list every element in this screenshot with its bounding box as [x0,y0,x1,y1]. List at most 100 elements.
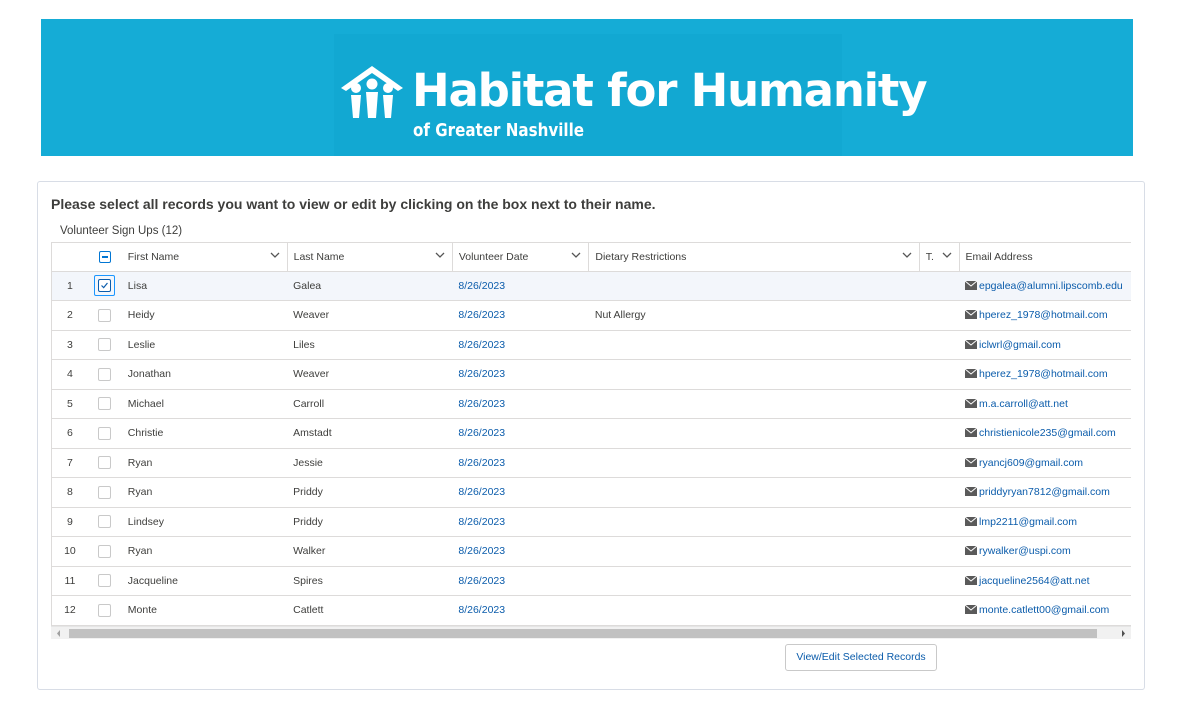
volunteer-date-link[interactable]: 8/26/2023 [452,566,589,596]
volunteer-date-link[interactable]: 8/26/2023 [452,330,589,360]
row-select-cell[interactable] [87,271,122,301]
last-name-cell: Amstadt [287,418,453,449]
column-header-volunteer-date[interactable]: Volunteer Date [452,243,590,272]
dietary-restrictions-cell [588,536,920,567]
table-row[interactable]: 6 Christie Amstadt 8/26/2023 christienicole2… [52,418,1131,449]
scrollbar-thumb[interactable] [69,629,1097,638]
scroll-left-arrow-icon[interactable] [55,629,63,638]
chevron-down-icon[interactable] [435,252,445,259]
email-link[interactable]: christienicole235@gmail.com [979,427,1116,439]
volunteer-table: First Name Last Name Volunteer Date Diet… [52,243,1131,626]
row-checkbox[interactable] [98,338,112,352]
t-cell [919,507,959,537]
email-link[interactable]: lmp2211@gmail.com [979,516,1077,528]
column-header-dietary-restrictions[interactable]: Dietary Restrictions [588,243,920,272]
first-name-cell: Jonathan [121,359,288,390]
row-checkbox[interactable] [98,426,112,440]
email-link[interactable]: monte.catlett00@gmail.com [979,604,1109,616]
row-select-cell[interactable] [87,595,122,626]
column-header-last-name[interactable]: Last Name [287,243,453,272]
row-checkbox[interactable] [98,367,112,381]
row-select-cell[interactable] [87,330,122,360]
volunteer-date-link[interactable]: 8/26/2023 [452,595,589,626]
select-all-checkbox[interactable] [98,250,111,263]
row-checkbox[interactable] [98,397,112,411]
table-row[interactable]: 11 Jacqueline Spires 8/26/2023 jacqueline256… [52,566,1131,596]
envelope-icon [965,398,977,408]
volunteer-date-link[interactable]: 8/26/2023 [452,300,589,331]
row-checkbox[interactable] [98,278,112,292]
table-row[interactable]: 12 Monte Catlett 8/26/2023 monte.catlett00@g… [52,595,1131,626]
row-checkbox-focus[interactable] [94,275,116,297]
dietary-restrictions-cell [588,477,920,508]
table-row[interactable]: 3 Leslie Liles 8/26/2023 iclwrl@gmail.com [52,330,1131,360]
row-select-cell[interactable] [87,389,122,419]
email-link[interactable]: priddyryan7812@gmail.com [979,486,1110,498]
email-link[interactable]: rywalker@uspi.com [979,545,1071,557]
volunteer-date-link[interactable]: 8/26/2023 [452,507,589,537]
table-row[interactable]: 2 Heidy Weaver 8/26/2023 Nut Allergy hperez_1… [52,300,1131,331]
volunteer-date-link[interactable]: 8/26/2023 [452,477,589,508]
table-row[interactable]: 7 Ryan Jessie 8/26/2023 ryancj609@gmail.com [52,448,1131,478]
volunteer-date-link[interactable]: 8/26/2023 [452,418,589,449]
row-select-cell[interactable] [87,566,122,596]
chevron-down-icon[interactable] [270,252,280,259]
row-checkbox[interactable] [98,308,112,322]
email-link[interactable]: iclwrl@gmail.com [979,339,1061,351]
row-checkbox[interactable] [98,574,112,588]
chevron-down-icon[interactable] [571,252,581,259]
row-checkbox[interactable] [98,603,112,617]
logo-subtitle: of Greater Nashville [413,120,585,141]
row-checkbox[interactable] [98,456,112,470]
volunteer-date-link[interactable]: 8/26/2023 [452,271,589,301]
email-link[interactable]: hperez_1978@hotmail.com [979,309,1108,321]
row-select-cell[interactable] [87,448,122,478]
volunteer-date-link[interactable]: 8/26/2023 [452,389,589,419]
data-table-container[interactable]: First Name Last Name Volunteer Date Diet… [51,242,1131,639]
row-select-cell[interactable] [87,418,122,449]
row-checkbox[interactable] [98,544,112,558]
email-link[interactable]: jacqueline2564@att.net [979,575,1090,587]
view-edit-selected-button[interactable]: View/Edit Selected Records [785,644,937,671]
email-cell: lmp2211@gmail.com [959,507,1131,537]
row-select-cell[interactable] [87,477,122,508]
column-header-t[interactable]: T. [919,243,960,272]
last-name-cell: Liles [287,330,453,360]
table-row[interactable]: 8 Ryan Priddy 8/26/2023 priddyryan7812@gmail… [52,477,1131,508]
volunteer-date-link[interactable]: 8/26/2023 [452,448,589,478]
volunteer-date-link[interactable]: 8/26/2023 [452,536,589,567]
table-row[interactable]: 10 Ryan Walker 8/26/2023 rywalker@uspi.com [52,536,1131,567]
envelope-icon [965,546,977,556]
table-row[interactable]: 9 Lindsey Priddy 8/26/2023 lmp2211@gmail.com [52,507,1131,537]
envelope-icon [965,280,977,290]
column-header-first-name[interactable]: First Name [121,243,288,272]
email-link[interactable]: m.a.carroll@att.net [979,398,1068,410]
row-select-cell[interactable] [87,536,122,567]
scroll-right-arrow-icon[interactable] [1119,629,1127,638]
table-row[interactable]: 1 Lisa Galea 8/26/2023 epgalea@alumni.lipsco… [52,271,1131,301]
row-select-cell[interactable] [87,300,122,331]
email-link[interactable]: ryancj609@gmail.com [979,457,1083,469]
table-row[interactable]: 4 Jonathan Weaver 8/26/2023 hperez_1978@hotm… [52,359,1131,390]
envelope-icon [965,428,977,438]
email-cell: monte.catlett00@gmail.com [959,595,1131,626]
row-checkbox[interactable] [98,515,112,529]
chevron-down-icon[interactable] [902,252,912,259]
row-checkbox[interactable] [98,485,112,499]
row-select-cell[interactable] [87,507,122,537]
dietary-restrictions-cell [588,389,920,419]
last-name-cell: Galea [287,271,453,301]
chevron-down-icon[interactable] [942,252,952,259]
email-cell: rywalker@uspi.com [959,536,1131,567]
last-name-cell: Jessie [287,448,453,478]
table-row[interactable]: 5 Michael Carroll 8/26/2023 m.a.carroll@att.… [52,389,1131,419]
column-header-email-address[interactable]: Email Address [959,243,1131,272]
last-name-cell: Catlett [287,595,453,626]
dietary-restrictions-cell [588,359,920,390]
row-select-cell[interactable] [87,359,122,390]
dietary-restrictions-cell [588,448,920,478]
email-link[interactable]: hperez_1978@hotmail.com [979,368,1108,380]
volunteer-date-link[interactable]: 8/26/2023 [452,359,589,390]
email-link[interactable]: epgalea@alumni.lipscomb.edu [979,280,1123,292]
horizontal-scrollbar[interactable] [51,626,1131,639]
